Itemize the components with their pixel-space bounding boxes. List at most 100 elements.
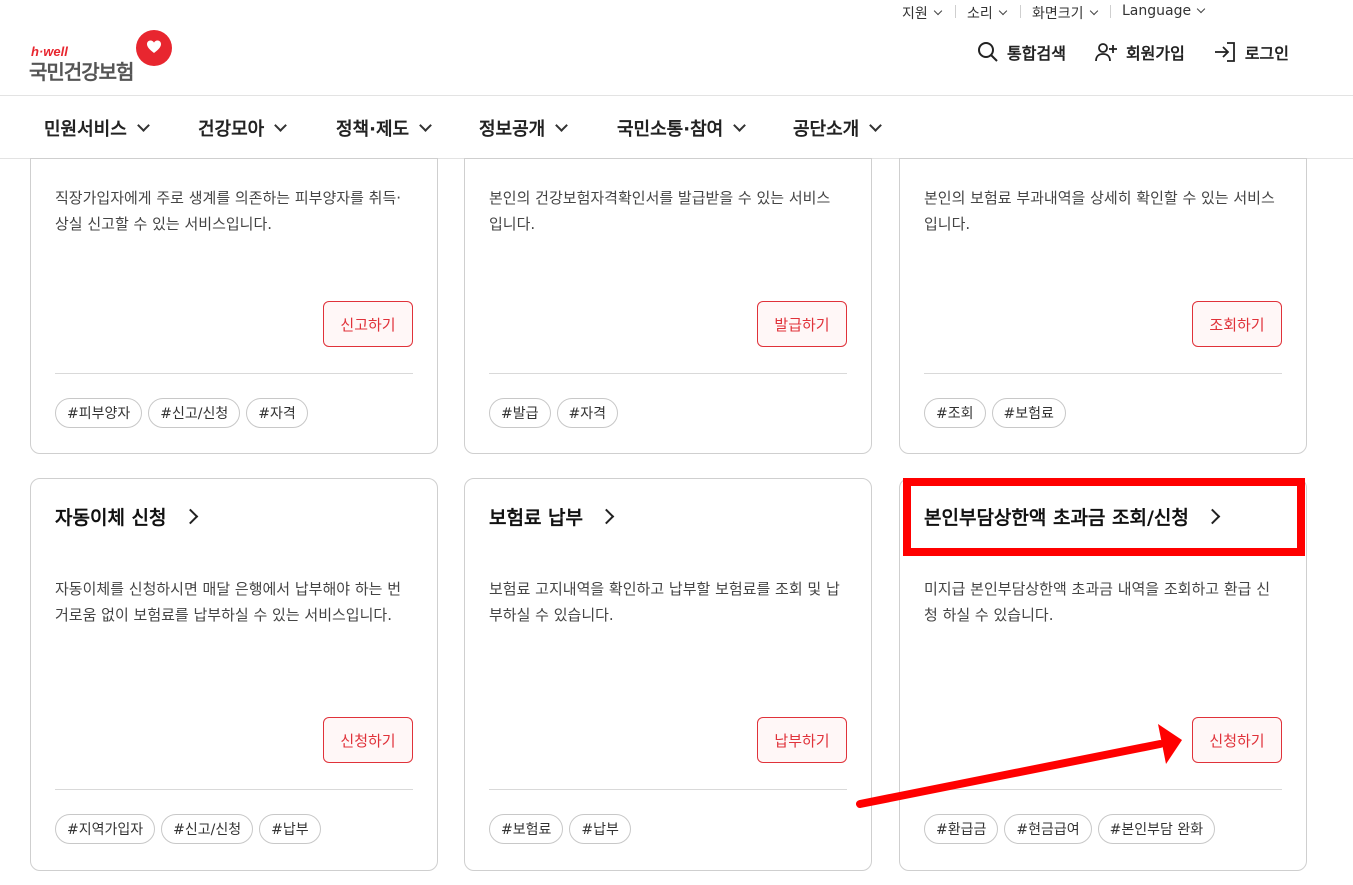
divider (1110, 5, 1111, 18)
card-description: 본인의 보험료 부과내역을 상세히 확인할 수 있는 서비스 입니다. (924, 189, 1275, 233)
divider (1020, 5, 1021, 18)
card-title: 본인부담상한액 초과금 조회/신청 (924, 507, 1189, 529)
support-menu[interactable]: 지원 (902, 3, 943, 23)
tag[interactable]: #신고/신청 (161, 814, 254, 844)
tag[interactable]: #조회 (924, 398, 986, 428)
screen-size-label: 화면크기 (1032, 6, 1084, 22)
card-tags: #보험료 #납부 (489, 814, 631, 844)
nav-item-disclosure[interactable]: 정보공개 (479, 115, 569, 141)
chevron-down-icon (733, 119, 747, 132)
language-menu[interactable]: Language (1122, 3, 1206, 19)
chevron-right-icon (1204, 508, 1221, 525)
card-description: 자동이체를 신청하시면 매달 은행에서 납부해야 하는 번거로움 없이 보험료를… (55, 580, 402, 624)
tag[interactable]: #현금급여 (1004, 814, 1092, 844)
card-divider (924, 789, 1282, 790)
chevron-down-icon (1196, 4, 1206, 14)
chevron-down-icon (274, 119, 288, 132)
signup-button[interactable]: 회원가입 (1094, 40, 1185, 64)
service-card-auto-transfer: 자동이체 신청 자동이체를 신청하시면 매달 은행에서 납부해야 하는 번거로움… (30, 478, 438, 871)
support-label: 지원 (902, 6, 928, 22)
pay-button[interactable]: 납부하기 (757, 717, 847, 763)
tag[interactable]: #보험료 (489, 814, 564, 844)
logo-name: 국민건강보험 (29, 60, 134, 84)
divider (955, 5, 956, 18)
tag[interactable]: #지역가입자 (55, 814, 156, 844)
service-card-dependent: 직장가입자에게 주로 생계를 의존하는 피부양자를 취득·상실 신고할 수 있는… (30, 158, 438, 454)
search-button[interactable]: 통합검색 (977, 40, 1066, 64)
site-logo[interactable]: h·well 국민건강보험 (29, 30, 179, 84)
card-divider (55, 373, 413, 374)
nav-label: 정책·제도 (336, 119, 410, 140)
login-button[interactable]: 로그인 (1213, 40, 1289, 64)
language-label: Language (1122, 3, 1192, 19)
header-actions: 통합검색 회원가입 로그인 (977, 40, 1289, 64)
tag[interactable]: #환급금 (924, 814, 999, 844)
report-button[interactable]: 신고하기 (323, 301, 413, 347)
user-add-icon (1095, 43, 1117, 62)
chevron-right-icon (182, 508, 198, 525)
service-card-premium-payment: 보험료 납부 보험료 고지내역을 확인하고 납부할 보험료를 조회 및 납부하실… (464, 478, 872, 871)
tag[interactable]: #신고/신청 (148, 398, 241, 428)
nav-item-communication[interactable]: 국민소통·참여 (617, 115, 747, 141)
service-card-certificate: 본인의 건강보험자격확인서를 발급받을 수 있는 서비스 입니다. 발급하기 #… (464, 158, 872, 454)
card-title-link[interactable]: 본인부담상한액 초과금 조회/신청 (924, 503, 1221, 530)
tag[interactable]: #납부 (569, 814, 631, 844)
card-title: 자동이체 신청 (55, 507, 167, 529)
chevron-down-icon (869, 119, 883, 132)
signup-label: 회원가입 (1125, 44, 1185, 63)
main-navigation: 민원서비스 건강모아 정책·제도 정보공개 국민소통·참여 공단소개 (0, 95, 1353, 159)
nav-item-about[interactable]: 공단소개 (793, 115, 883, 141)
issue-button[interactable]: 발급하기 (757, 301, 847, 347)
card-divider (489, 789, 847, 790)
chevron-down-icon (933, 6, 943, 16)
utility-bar: 지원 소리 화면크기 Language (0, 0, 1353, 22)
card-tags: #발급 #자격 (489, 398, 618, 428)
card-title: 보험료 납부 (489, 507, 584, 529)
nav-label: 공단소개 (793, 119, 860, 140)
screen-size-menu[interactable]: 화면크기 (1032, 3, 1098, 23)
card-divider (55, 789, 413, 790)
tag[interactable]: #자격 (246, 398, 308, 428)
chevron-down-icon (555, 119, 569, 132)
nav-label: 정보공개 (479, 119, 546, 140)
apply-button[interactable]: 신청하기 (1192, 717, 1282, 763)
card-tags: #지역가입자 #신고/신청 #납부 (55, 814, 321, 844)
chevron-down-icon (136, 119, 150, 132)
tag[interactable]: #보험료 (991, 398, 1066, 428)
card-tags: #피부양자 #신고/신청 #자격 (55, 398, 308, 428)
nav-item-policy[interactable]: 정책·제도 (336, 115, 432, 141)
tag[interactable]: #발급 (489, 398, 551, 428)
nav-label: 국민소통·참여 (617, 119, 724, 140)
tag[interactable]: #납부 (259, 814, 321, 844)
sound-label: 소리 (967, 6, 993, 22)
card-tags: #환급금 #현금급여 #본인부담 완화 (924, 814, 1216, 844)
card-description: 본인의 건강보험자격확인서를 발급받을 수 있는 서비스 입니다. (489, 189, 831, 233)
card-description: 보험료 고지내역을 확인하고 납부할 보험료를 조회 및 납부하실 수 있습니다… (489, 580, 840, 624)
tag[interactable]: #본인부담 완화 (1097, 814, 1216, 844)
nav-label: 민원서비스 (44, 119, 127, 140)
apply-button[interactable]: 신청하기 (323, 717, 413, 763)
card-title-link[interactable]: 자동이체 신청 (55, 503, 198, 530)
tag[interactable]: #자격 (556, 398, 618, 428)
tag[interactable]: #피부양자 (55, 398, 143, 428)
chevron-down-icon (1089, 6, 1098, 16)
sound-menu[interactable]: 소리 (967, 3, 1008, 23)
login-icon (1214, 42, 1235, 62)
card-description: 미지급 본인부담상한액 초과금 내역을 조회하고 환급 신청 하실 수 있습니다… (924, 580, 1271, 624)
search-icon (978, 42, 998, 62)
login-label: 로그인 (1244, 44, 1289, 63)
chevron-down-icon (998, 6, 1008, 16)
card-title-link[interactable]: 보험료 납부 (489, 503, 615, 530)
nav-item-civil-service[interactable]: 민원서비스 (44, 115, 150, 141)
search-label: 통합검색 (1007, 44, 1066, 63)
nav-item-health-moa[interactable]: 건강모아 (198, 115, 288, 141)
card-tags: #조회 #보험료 (924, 398, 1066, 428)
heart-logo-icon (136, 30, 172, 66)
inquiry-button[interactable]: 조회하기 (1192, 301, 1282, 347)
service-card-copay-ceiling: 본인부담상한액 초과금 조회/신청 미지급 본인부담상한액 초과금 내역을 조회… (899, 478, 1307, 871)
chevron-right-icon (598, 508, 615, 525)
service-card-premium-detail: 본인의 보험료 부과내역을 상세히 확인할 수 있는 서비스 입니다. 조회하기… (899, 158, 1307, 454)
chevron-down-icon (419, 119, 432, 132)
card-divider (924, 373, 1282, 374)
card-description: 직장가입자에게 주로 생계를 의존하는 피부양자를 취득·상실 신고할 수 있는… (55, 189, 402, 233)
